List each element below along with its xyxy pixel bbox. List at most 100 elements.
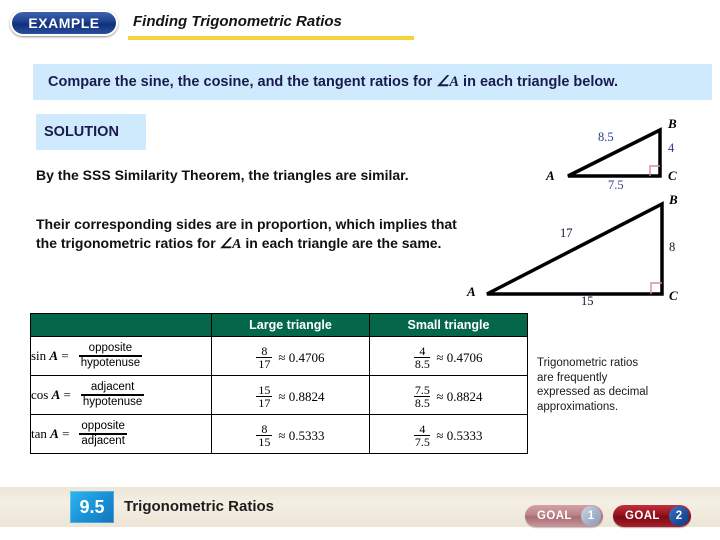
row-tan-large-numerator: 8 — [261, 421, 268, 436]
row-cos-small-approx: ≈ 0.8824 — [436, 388, 483, 404]
row-cos-definition: cos A = adjacent hypotenuse — [30, 375, 212, 415]
row-sin-definition: sin A = opposite hypotenuse — [30, 336, 212, 376]
row-sin-function-label: sin A = — [31, 348, 69, 364]
footer-section-badge: 9.5 — [70, 491, 114, 523]
prompt-angle-symbol: ∠A — [436, 73, 460, 90]
row-cos-large-approx: ≈ 0.8824 — [278, 388, 325, 404]
row-cos-small-fraction: 7.5 8.5 — [414, 382, 431, 411]
slide-header: EXAMPLE Finding Trigonometric Ratios — [0, 0, 720, 52]
side-note-line-2: are frequently — [537, 371, 608, 384]
explanation-paragraph-2-line-2-before: the trigonometric ratios for — [36, 235, 220, 251]
page-title: Finding Trigonometric Ratios — [133, 13, 342, 30]
row-tan-large-fraction: 8 15 — [256, 421, 273, 450]
row-tan-large-denominator: 15 — [258, 435, 271, 450]
example-badge-label: EXAMPLE — [28, 15, 100, 31]
row-sin-small-value: 4 8.5 ≈ 0.4706 — [369, 336, 528, 376]
row-tan-function-label: tan A = — [31, 426, 69, 442]
goal-1-label: GOAL — [537, 510, 572, 522]
explanation-paragraph-2-line-2-after: in each triangle are the same. — [241, 235, 442, 251]
row-cos-fn-prefix: cos — [31, 387, 52, 402]
explanation-angle-symbol: ∠A — [219, 237, 242, 252]
small-triangle-figure: A B C 8.5 4 7.5 — [540, 108, 715, 198]
large-triangle-hypotenuse-label: 17 — [560, 226, 573, 240]
prompt-text: Compare the sine, the cosine, and the ta… — [33, 74, 618, 91]
row-sin-large-fraction: 8 17 — [256, 343, 273, 372]
row-tan-small-value: 4 7.5 ≈ 0.5333 — [369, 414, 528, 454]
solution-heading-box: SOLUTION — [36, 114, 146, 150]
row-tan-large-approx: ≈ 0.5333 — [278, 427, 325, 443]
prompt-text-before: Compare the sine, the cosine, and the ta… — [48, 73, 437, 90]
row-cos-large-fraction: 15 17 — [256, 382, 273, 411]
table-row: tan A = opposite adjacent 8 15 ≈ 0.5333 — [30, 414, 528, 454]
large-triangle-opposite-label: 8 — [669, 240, 676, 254]
table-header-small-triangle: Small triangle — [369, 313, 528, 337]
row-sin-small-numerator: 4 — [419, 343, 426, 358]
trig-ratio-table: Large triangle Small triangle sin A = op… — [30, 313, 528, 454]
side-note-line-3: expressed as decimal — [537, 386, 649, 398]
goal-1-button[interactable]: GOAL 1 — [525, 505, 603, 527]
row-tan-word-denominator: adjacent — [81, 434, 125, 447]
row-cos-fn-var: A — [51, 387, 61, 402]
large-triangle-vertex-c: C — [669, 288, 678, 303]
table-header-row: Large triangle Small triangle — [30, 313, 528, 337]
explanation-paragraph-2-line-1: Their corresponding sides are in proport… — [36, 216, 457, 232]
row-tan-small-fraction: 4 7.5 — [414, 421, 431, 450]
row-cos-small-numerator: 7.5 — [414, 382, 430, 397]
side-note: Trigonometric ratios are frequently expr… — [537, 356, 712, 414]
table-header-large-triangle: Large triangle — [211, 313, 370, 337]
row-sin-fn-var: A — [49, 348, 59, 363]
row-sin-word-numerator: opposite — [88, 342, 133, 355]
row-sin-small-approx: ≈ 0.4706 — [436, 349, 483, 365]
small-triangle-adjacent-label: 7.5 — [608, 178, 624, 192]
table-header-corner — [30, 313, 212, 337]
solution-label: SOLUTION — [44, 124, 119, 140]
large-triangle-diagram — [486, 201, 664, 296]
row-sin-fn-eq: = — [58, 348, 69, 363]
footer-section-number: 9.5 — [79, 496, 105, 517]
row-sin-small-denominator: 8.5 — [414, 357, 430, 372]
small-triangle-vertex-b: B — [668, 116, 677, 131]
row-sin-fn-prefix: sin — [31, 348, 50, 363]
row-cos-function-label: cos A = — [31, 387, 71, 403]
table-header: Large triangle Small triangle — [30, 313, 528, 337]
row-tan-word-numerator: opposite — [81, 420, 125, 433]
prompt-text-after: in each triangle below. — [459, 73, 619, 90]
row-cos-fn-eq: = — [60, 387, 71, 402]
table-body: sin A = opposite hypotenuse 8 17 ≈ 0.470 — [30, 336, 528, 454]
row-sin-large-approx: ≈ 0.4706 — [278, 349, 325, 365]
row-cos-word-fraction: adjacent hypotenuse — [80, 381, 145, 408]
row-cos-word-denominator: hypotenuse — [82, 395, 143, 408]
row-tan-small-numerator: 4 — [419, 421, 426, 436]
goal-1-number: 1 — [581, 506, 601, 526]
goal-2-button[interactable]: GOAL 2 — [613, 505, 691, 527]
row-tan-small-denominator: 7.5 — [414, 435, 430, 450]
large-triangle-vertex-b: B — [669, 192, 678, 207]
row-tan-fn-var: A — [50, 426, 59, 441]
row-cos-small-value: 7.5 8.5 ≈ 0.8824 — [369, 375, 528, 415]
footer-section-title: Trigonometric Ratios — [124, 498, 275, 515]
large-triangle-adjacent-label: 15 — [581, 294, 594, 308]
table-row: sin A = opposite hypotenuse 8 17 ≈ 0.470 — [30, 336, 528, 376]
large-triangle-figure: A B C 17 8 15 — [455, 192, 720, 310]
side-note-line-4: approximations. — [537, 400, 619, 413]
row-sin-large-denominator: 17 — [258, 357, 271, 372]
row-cos-word-numerator: adjacent — [90, 381, 135, 394]
large-triangle-vertex-a: A — [467, 284, 476, 299]
row-cos-large-value: 15 17 ≈ 0.8824 — [211, 375, 370, 415]
title-underline-rule — [128, 36, 414, 40]
side-note-line-1: Trigonometric ratios — [537, 357, 639, 369]
row-sin-large-numerator: 8 — [261, 343, 268, 358]
row-cos-large-denominator: 17 — [258, 396, 271, 411]
table-row: cos A = adjacent hypotenuse 15 17 ≈ 0.88 — [30, 375, 528, 415]
row-cos-small-denominator: 8.5 — [414, 396, 430, 411]
prompt-banner: Compare the sine, the cosine, and the ta… — [33, 64, 712, 100]
row-sin-word-fraction: opposite hypotenuse — [78, 342, 143, 369]
row-tan-large-value: 8 15 ≈ 0.5333 — [211, 414, 370, 454]
goal-2-label: GOAL — [625, 510, 660, 522]
row-sin-small-fraction: 4 8.5 — [414, 343, 431, 372]
small-triangle-vertex-a: A — [546, 168, 555, 183]
row-cos-large-numerator: 15 — [258, 382, 271, 397]
row-sin-word-denominator: hypotenuse — [80, 356, 141, 369]
row-tan-fn-prefix: tan — [31, 426, 51, 441]
small-triangle-opposite-label: 4 — [668, 141, 675, 155]
